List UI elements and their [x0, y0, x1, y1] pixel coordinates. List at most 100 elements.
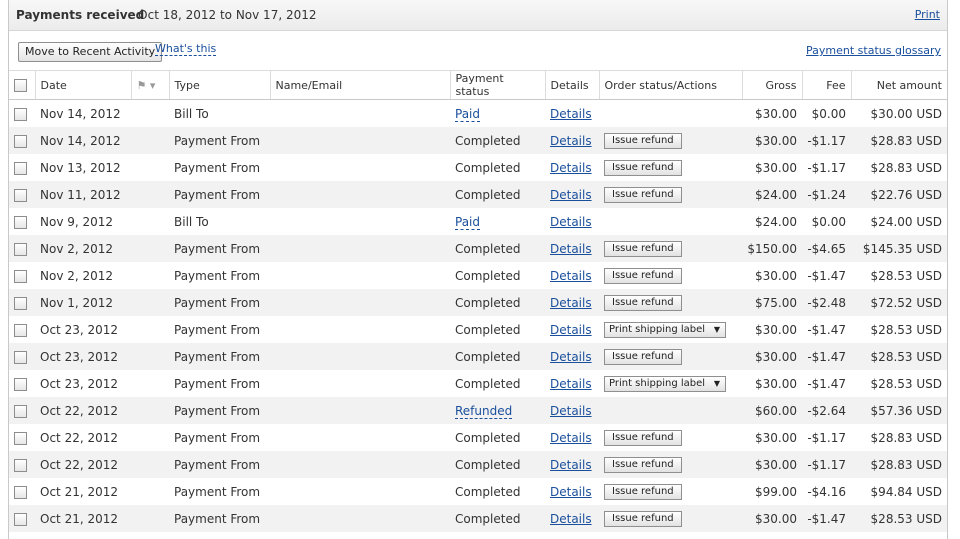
details-link[interactable]: Details — [550, 242, 592, 256]
col-gross[interactable]: Gross — [741, 71, 802, 100]
details-link[interactable]: Details — [550, 458, 592, 472]
issue-refund-button[interactable]: Issue refund — [604, 511, 682, 527]
row-fee: -$1.17 — [802, 127, 851, 154]
details-link[interactable]: Details — [550, 431, 592, 445]
row-net-amount: $57.36 USD — [851, 397, 947, 424]
payment-status-value[interactable]: Refunded — [455, 403, 513, 419]
row-checkbox[interactable] — [14, 323, 27, 337]
col-date[interactable]: Date — [34, 71, 131, 100]
move-to-recent-activity-button[interactable]: Move to Recent Activity — [18, 42, 163, 62]
col-net-amount[interactable]: Net amount — [850, 71, 947, 100]
details-link[interactable]: Details — [550, 188, 592, 202]
whats-this-link[interactable]: What's this — [155, 42, 217, 56]
col-details: Details — [544, 71, 599, 100]
row-type: Payment From — [169, 127, 270, 154]
row-net-amount: $28.83 USD — [851, 127, 947, 154]
row-select-cell — [9, 370, 35, 397]
issue-refund-button[interactable]: Issue refund — [604, 187, 682, 203]
row-checkbox[interactable] — [14, 188, 27, 202]
details-link[interactable]: Details — [550, 296, 592, 310]
issue-refund-button[interactable]: Issue refund — [604, 133, 682, 149]
row-flag — [131, 262, 169, 289]
payment-status-value[interactable]: Paid — [455, 214, 481, 230]
order-action-select[interactable]: Print shipping label ▼ — [604, 322, 726, 338]
row-gross: $99.00 — [755, 484, 797, 499]
row-checkbox[interactable] — [14, 404, 27, 418]
row-gross: $30.00 — [755, 106, 797, 121]
row-net-amount: $94.84 USD — [870, 484, 942, 499]
details-link[interactable]: Details — [550, 134, 592, 148]
col-flag[interactable]: ⚑ ▾ — [130, 71, 169, 100]
details-link[interactable]: Details — [550, 512, 592, 526]
col-payment-status[interactable]: Payment status — [449, 71, 545, 100]
details-link[interactable]: Details — [550, 269, 592, 283]
payment-status-value: Completed — [455, 484, 521, 499]
row-checkbox[interactable] — [14, 377, 27, 391]
row-order-action: Issue refund — [599, 505, 742, 532]
row-checkbox[interactable] — [14, 107, 27, 121]
issue-refund-button[interactable]: Issue refund — [604, 241, 682, 257]
row-gross: $150.00 — [742, 235, 802, 262]
row-checkbox[interactable] — [14, 431, 27, 445]
row-checkbox[interactable] — [14, 242, 27, 256]
payment-status-value[interactable]: Paid — [455, 106, 481, 122]
payment-status-glossary-link[interactable]: Payment status glossary — [806, 44, 941, 57]
row-checkbox[interactable] — [14, 215, 27, 229]
row-net-amount: $28.83 USD — [851, 451, 947, 478]
row-net-amount: $24.00 USD — [870, 214, 942, 229]
col-name-email[interactable]: Name/Email — [269, 71, 450, 100]
issue-refund-button[interactable]: Issue refund — [604, 160, 682, 176]
col-fee[interactable]: Fee — [801, 71, 851, 100]
row-details: Details — [545, 451, 599, 478]
issue-refund-button[interactable]: Issue refund — [604, 430, 682, 446]
row-checkbox[interactable] — [14, 350, 27, 364]
issue-refund-button[interactable]: Issue refund — [604, 295, 682, 311]
order-action-value: Print shipping label — [609, 324, 706, 335]
table-row: Nov 2, 2012 Payment From Completed Details I… — [9, 235, 947, 262]
table-row: Nov 2, 2012 Payment From Completed Details I… — [9, 262, 947, 289]
issue-refund-button[interactable]: Issue refund — [604, 484, 682, 500]
row-flag — [131, 424, 169, 451]
row-checkbox[interactable] — [14, 134, 27, 148]
details-link[interactable]: Details — [550, 485, 592, 499]
row-flag — [131, 235, 169, 262]
row-checkbox[interactable] — [14, 512, 27, 526]
payment-status-value: Completed — [455, 133, 521, 148]
row-checkbox[interactable] — [14, 269, 27, 283]
details-link[interactable]: Details — [550, 215, 592, 229]
issue-refund-button[interactable]: Issue refund — [604, 457, 682, 473]
row-checkbox[interactable] — [14, 161, 27, 175]
row-name-email — [270, 451, 450, 478]
row-name-email — [270, 181, 450, 208]
row-payment-status: Completed — [450, 478, 545, 505]
payment-status-value: Completed — [455, 268, 521, 283]
row-net-amount: $28.53 USD — [870, 268, 942, 283]
table-row: Nov 14, 2012 Payment From Completed Details… — [9, 127, 947, 154]
row-name-email — [270, 343, 450, 370]
row-fee: -$1.17 — [807, 160, 846, 175]
details-link[interactable]: Details — [550, 350, 592, 364]
details-link[interactable]: Details — [550, 107, 592, 121]
row-details: Details — [545, 505, 599, 532]
row-checkbox[interactable] — [14, 485, 27, 499]
details-link[interactable]: Details — [550, 161, 592, 175]
order-action-select[interactable]: Print shipping label ▼ — [604, 376, 726, 392]
details-link[interactable]: Details — [550, 377, 592, 391]
row-checkbox[interactable] — [14, 458, 27, 472]
row-net-amount: $28.53 USD — [870, 322, 942, 337]
print-link[interactable]: Print — [915, 8, 940, 21]
select-all-checkbox[interactable] — [14, 78, 27, 92]
flag-icon: ⚑ ▾ — [136, 78, 156, 92]
row-details: Details — [545, 370, 599, 397]
issue-refund-button[interactable]: Issue refund — [604, 268, 682, 284]
row-details: Details — [545, 100, 599, 128]
row-order-action: Print shipping label ▼ — [599, 370, 742, 397]
details-link[interactable]: Details — [550, 404, 592, 418]
row-checkbox[interactable] — [14, 296, 27, 310]
row-fee: -$1.47 — [802, 343, 851, 370]
col-type[interactable]: Type — [168, 71, 270, 100]
row-name-email — [270, 127, 450, 154]
row-net-amount: $28.83 USD — [870, 430, 942, 445]
issue-refund-button[interactable]: Issue refund — [604, 349, 682, 365]
details-link[interactable]: Details — [550, 323, 592, 337]
